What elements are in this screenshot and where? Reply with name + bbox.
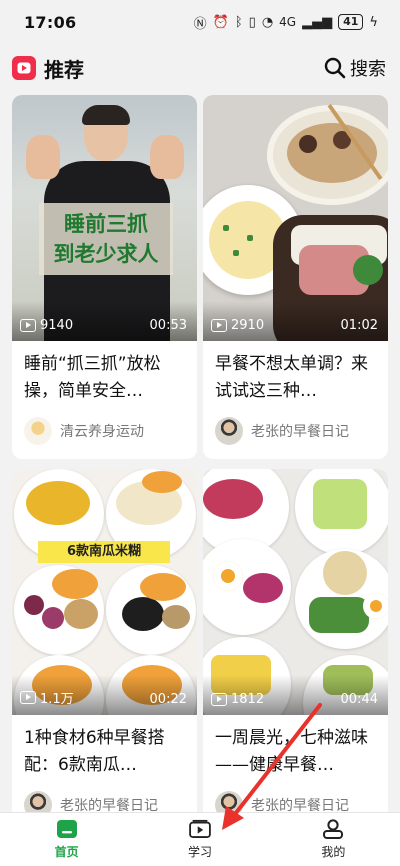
play-count-icon [211,693,227,706]
view-count: 2910 [211,318,264,333]
home-icon [56,819,78,839]
hand-right [150,135,184,179]
bottom-navigation: 首页 学习 我的 [0,812,400,866]
play-count-icon [211,319,227,332]
view-count: 1.1万 [20,688,74,707]
video-title[interactable]: 早餐不想太单调？来试试这三种… [203,341,388,407]
hand-left [26,135,60,179]
status-time: 17:06 [24,12,77,32]
view-count-value: 9140 [40,318,74,333]
thumbnail-banner: 6款南瓜米糊 [38,541,170,563]
status-icons: Ⓝ ⏰ ᛒ ▯ ◔ 4G ▂▄▆ 41 ϟ [194,13,378,32]
alarm-icon: ⏰ [212,14,229,30]
video-play-icon [189,819,211,839]
view-count: 1812 [211,692,264,707]
video-card[interactable]: 2910 01:02 早餐不想太单调？来试试这三种… 老张的早餐日记 [203,95,388,459]
author-row[interactable]: 老张的早餐日记 [215,417,349,445]
video-card[interactable]: 1812 00:44 一周晨光，七种滋味——健康早餐… 老张的早餐日记 [203,469,388,833]
network-type: 4G [279,15,297,29]
video-feed: 睡前三抓 到老少求人 9140 00:53 睡前“抓三抓”放松操，简单安全… 清… [12,95,388,833]
nav-study-label: 学习 [187,845,212,859]
view-count-value: 1.1万 [40,692,74,707]
app-header: 推荐 搜索 [0,44,400,92]
nav-profile[interactable]: 我的 [267,813,400,866]
wifi-icon: ◔ [261,14,274,30]
author-name[interactable]: 老张的早餐日记 [251,421,349,441]
app-logo-icon [12,56,36,80]
nfc-icon: Ⓝ [193,16,207,32]
battery-indicator: 41 [338,14,364,30]
caption-line-2: 到老少求人 [53,242,159,266]
video-card[interactable]: 睡前三抓 到老少求人 9140 00:53 睡前“抓三抓”放松操，简单安全… 清… [12,95,197,459]
bluetooth-icon: ᛒ [234,14,243,30]
view-count: 9140 [20,318,73,333]
author-avatar[interactable] [24,417,52,445]
vibrate-icon: ▯ [248,14,256,30]
nav-study[interactable]: 学习 [133,813,266,866]
search-label: 搜索 [350,59,386,80]
video-thumbnail[interactable]: 2910 01:02 [203,95,388,341]
view-count-value: 2910 [231,318,265,333]
author-row[interactable]: 清云养身运动 [24,417,144,445]
view-count-value: 1812 [231,692,265,707]
profile-icon [322,819,344,839]
play-count-icon [20,319,36,332]
search-button[interactable]: 搜索 [324,55,386,81]
video-duration: 00:44 [340,692,378,707]
video-thumbnail[interactable]: 6款南瓜米糊 1.1万 00:22 [12,469,197,715]
thumbnail-caption: 睡前三抓 到老少求人 [39,203,173,275]
video-thumbnail[interactable]: 1812 00:44 [203,469,388,715]
nav-home-label: 首页 [54,845,79,859]
video-title[interactable]: 1种食材6种早餐搭配：6款南瓜… [12,715,197,781]
video-card[interactable]: 6款南瓜米糊 1.1万 00:22 1种食材6种早餐搭配：6款南瓜… 老张的早餐… [12,469,197,833]
video-title[interactable]: 一周晨光，七种滋味——健康早餐… [203,715,388,781]
nav-profile-label: 我的 [321,845,346,859]
video-duration: 01:02 [340,318,378,333]
nav-home[interactable]: 首页 [0,813,133,866]
caption-line-1: 睡前三抓 [64,212,148,236]
video-thumbnail[interactable]: 睡前三抓 到老少求人 9140 00:53 [12,95,197,341]
play-count-icon [20,691,36,704]
status-bar: 17:06 Ⓝ ⏰ ᛒ ▯ ◔ 4G ▂▄▆ 41 ϟ [0,0,400,44]
author-name[interactable]: 清云养身运动 [60,421,144,441]
charging-icon: ϟ [369,14,378,30]
search-icon [324,57,346,79]
page-title: 推荐 [44,57,84,82]
signal-icon: ▂▄▆ [302,14,333,30]
author-avatar[interactable] [215,417,243,445]
video-title[interactable]: 睡前“抓三抓”放松操，简单安全… [12,341,197,407]
video-duration: 00:53 [149,318,187,333]
video-duration: 00:22 [149,692,187,707]
header-left: 推荐 [12,54,84,83]
